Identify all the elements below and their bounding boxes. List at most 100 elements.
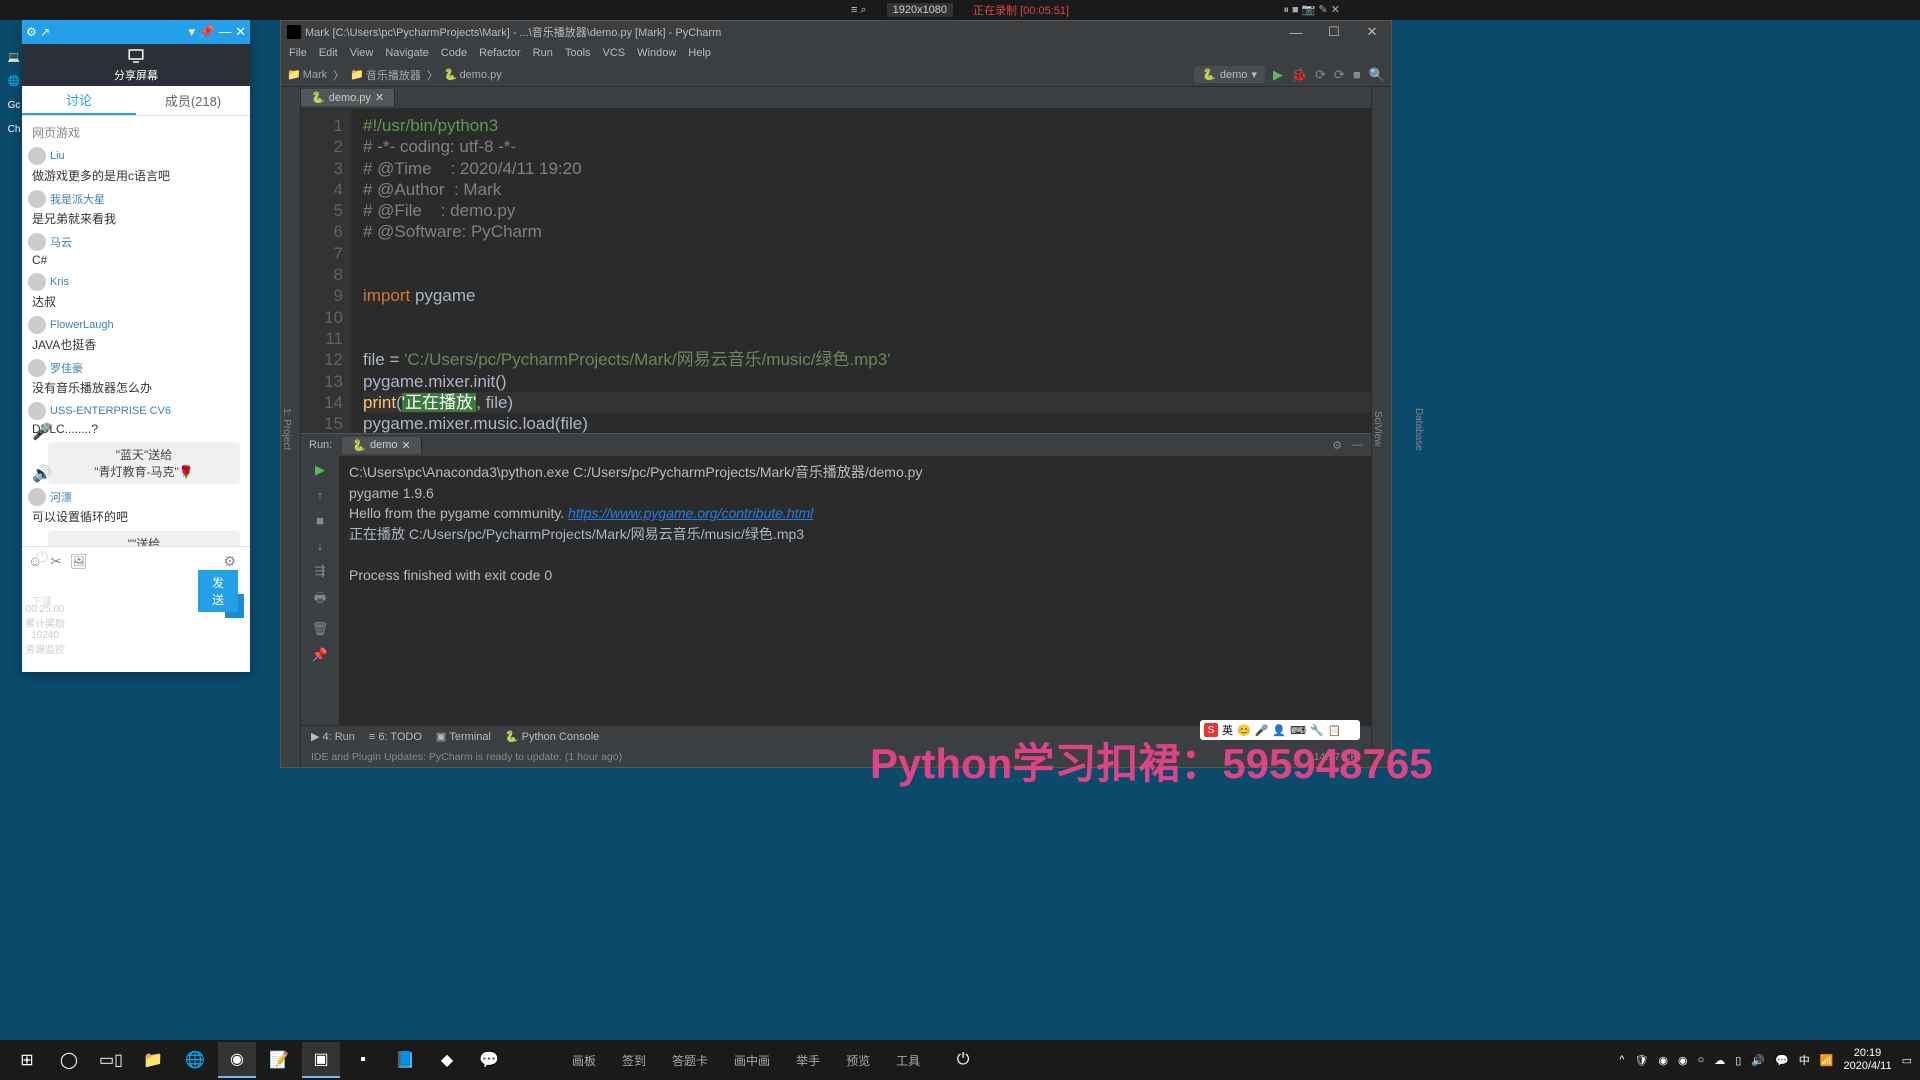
chat-side-toolbar: 🎤 🔊 ♫ ⏻ 下课 (30, 420, 54, 612)
status-message[interactable]: IDE and Plugin Updates: PyCharm is ready… (311, 751, 622, 763)
nav-bar: 📁 Mark〉 📁 音乐播放器〉 🐍 demo.py 🐍 demo ▾ ▶ 🐞 … (281, 63, 1391, 87)
settings-icon[interactable]: ◆ (428, 1042, 466, 1078)
menu-tools[interactable]: Tools (565, 47, 591, 59)
send-button[interactable]: 发送 (198, 570, 238, 612)
chat-icon[interactable]: 💬 (470, 1042, 508, 1078)
power-icon[interactable]: ⏻ (30, 546, 54, 570)
chat-message-list[interactable]: 网页游戏 Liu做游戏更多的是用c语言吧我是派大星是兄弟就来看我马云C#Kris… (22, 116, 250, 546)
cortana-icon[interactable]: ◯ (50, 1042, 88, 1078)
breadcrumb[interactable]: 📁 Mark〉 📁 音乐播放器〉 🐍 demo.py (287, 67, 502, 83)
menu-code[interactable]: Code (441, 47, 467, 59)
left-tool-gutter[interactable]: 1: Project (281, 87, 301, 767)
tab-discuss[interactable]: 讨论 (22, 86, 136, 115)
code-editor[interactable]: 1234567891011121314151617 #!/usr/bin/pyt… (301, 109, 1371, 433)
windows-taskbar: ⊞ ◯ ▭▯ 📁 🌐 ◉ 📝 ▣ ▪ 📘 ◆ 💬 画板 签到 答题卡 画中画 举手 预览 工… (0, 1040, 1920, 1080)
line-gutter: 1234567891011121314151617 (301, 109, 351, 433)
menu-window[interactable]: Window (637, 47, 676, 59)
minimize-button[interactable]: — (1277, 21, 1315, 43)
rerun-icon[interactable]: ▶ (315, 462, 325, 478)
chat-panel: ⚙ ↗ ▾ 📌 — ✕ 分享屏幕 讨论 成员(218) 网页游戏 Liu做游戏更… (22, 20, 250, 672)
menu-edit[interactable]: Edit (319, 47, 338, 59)
pygame-link[interactable]: https://www.pygame.org/contribute.html (568, 505, 813, 521)
up-icon[interactable]: ↑ (317, 488, 324, 503)
app-icon[interactable]: ◉ (218, 1042, 256, 1078)
mic-icon[interactable]: 🎤 (30, 420, 54, 444)
close-button[interactable]: ✕ (1353, 21, 1391, 43)
host-tool[interactable]: 签到 (622, 1052, 646, 1069)
image-icon[interactable]: 🖼 (70, 553, 88, 569)
filter-icon[interactable]: ⇶ (315, 563, 326, 579)
host-tool[interactable]: 画中画 (734, 1052, 770, 1069)
explorer-icon[interactable]: 📁 (134, 1042, 172, 1078)
coverage-icon[interactable]: ⟳ (1315, 67, 1326, 83)
chat-message: 罗佳豪没有音乐播放器怎么办 (28, 359, 244, 396)
gear-icon[interactable]: ⚙ (1332, 439, 1342, 452)
print-icon[interactable]: 🖶 (314, 589, 326, 611)
menu-refactor[interactable]: Refactor (479, 47, 521, 59)
system-tray[interactable]: ^🛡◉◉○☁▯🔊💬中📶 20:192020/4/11 ▭ (1619, 1047, 1912, 1073)
menu-run[interactable]: Run (533, 47, 553, 59)
profile-icon[interactable]: ⟳ (1334, 67, 1345, 83)
menu-navigate[interactable]: Navigate (385, 47, 428, 59)
host-tool[interactable]: 工具 (896, 1052, 920, 1069)
menu-file[interactable]: File (289, 47, 307, 59)
terminal-icon[interactable]: ▪ (344, 1042, 382, 1078)
maximize-button[interactable]: ☐ (1315, 21, 1353, 43)
ime-toolbar[interactable]: S英😊🎤👤⌨🔧📋 (1200, 720, 1360, 740)
gift-bubble: "蓝天"送给"青灯教育-马克"🌹 (48, 442, 240, 484)
down-icon[interactable]: ↓ (317, 538, 324, 553)
chat-tabs: 讨论 成员(218) (22, 86, 250, 116)
volume-icon[interactable]: 🔊 (30, 462, 54, 486)
run-icon[interactable]: ▶ (1273, 67, 1283, 83)
gift-bubble: ""送给"青灯教育-马克"🌹 (48, 531, 240, 546)
hide-icon[interactable]: — (1352, 439, 1363, 452)
run-config-selector[interactable]: 🐍 demo ▾ (1194, 66, 1265, 83)
music-icon[interactable]: ♫ (30, 504, 54, 528)
menu-vcs[interactable]: VCS (603, 47, 626, 59)
stop-icon[interactable]: ■ (1353, 67, 1361, 82)
terminal-tool-button[interactable]: ▣ Terminal (436, 730, 491, 743)
power-icon[interactable]: ⏻ (944, 1042, 982, 1078)
run-tool-button[interactable]: ▶ 4: Run (311, 730, 355, 743)
code-area[interactable]: #!/usr/bin/python3 # -*- coding: utf-8 -… (351, 109, 1371, 433)
debug-icon[interactable]: 🐞 (1291, 67, 1307, 83)
chrome-icon[interactable]: 🌐 (176, 1042, 214, 1078)
notepad-icon[interactable]: 📝 (260, 1042, 298, 1078)
pyconsole-tool-button[interactable]: 🐍 Python Console (505, 730, 599, 743)
editor-tab[interactable]: 🐍 demo.py ✕ (301, 89, 395, 106)
host-tool[interactable]: 预览 (846, 1052, 870, 1069)
window-titlebar[interactable]: Mark [C:\Users\pc\PycharmProjects\Mark] … (281, 21, 1391, 43)
run-side-tools: ▶ ↑ ■ ↓ ⇶ 🖶 🗑 📌 (301, 456, 339, 725)
chat-message: 马云C# (28, 233, 244, 267)
pycharm-window: Mark [C:\Users\pc\PycharmProjects\Mark] … (280, 20, 1392, 768)
share-screen-button[interactable]: 分享屏幕 (22, 44, 250, 86)
menu-help[interactable]: Help (688, 47, 711, 59)
host-tool[interactable]: 答题卡 (672, 1052, 708, 1069)
chat-message: FlowerLaughJAVA也挺香 (28, 316, 244, 353)
console-output[interactable]: C:\Users\pc\Anaconda3\python.exe C:/User… (339, 456, 1371, 725)
gear-icon[interactable]: ⚙ (223, 553, 236, 571)
recording-status: 正在录制 [00:05:51] (973, 2, 1069, 18)
stop-icon[interactable]: ■ (316, 513, 324, 528)
pin-icon[interactable]: 📌 (312, 647, 328, 663)
editor-tabs: 🐍 demo.py ✕ (301, 87, 1371, 109)
notes-icon[interactable]: 📘 (386, 1042, 424, 1078)
start-button[interactable]: ⊞ (8, 1042, 46, 1078)
desktop-shortcuts: 💻🌐GcCh (4, 52, 24, 144)
clock[interactable]: 20:192020/4/11 (1843, 1047, 1891, 1073)
todo-tool-button[interactable]: ≡ 6: TODO (369, 731, 422, 743)
menu-view[interactable]: View (350, 47, 374, 59)
taskview-icon[interactable]: ▭▯ (92, 1042, 130, 1078)
host-tool[interactable]: 举手 (796, 1052, 820, 1069)
host-tool[interactable]: 画板 (572, 1052, 596, 1069)
pycharm-icon[interactable]: ▣ (302, 1042, 340, 1078)
chat-titlebar[interactable]: ⚙ ↗ ▾ 📌 — ✕ (22, 20, 250, 44)
right-tool-gutter[interactable]: SciView Database (1371, 87, 1391, 767)
resolution-badge: 1920x1080 (887, 3, 953, 17)
window-title: Mark [C:\Users\pc\PycharmProjects\Mark] … (305, 24, 721, 40)
chat-message: 我是派大星是兄弟就来看我 (28, 190, 244, 227)
trash-icon[interactable]: 🗑 (312, 621, 329, 637)
search-icon[interactable]: 🔍 (1369, 67, 1385, 83)
tab-members[interactable]: 成员(218) (136, 86, 250, 115)
run-tool-window: Run: 🐍 demo ✕ ⚙— ▶ ↑ ■ ↓ ⇶ 🖶 🗑 📌 (301, 433, 1371, 725)
